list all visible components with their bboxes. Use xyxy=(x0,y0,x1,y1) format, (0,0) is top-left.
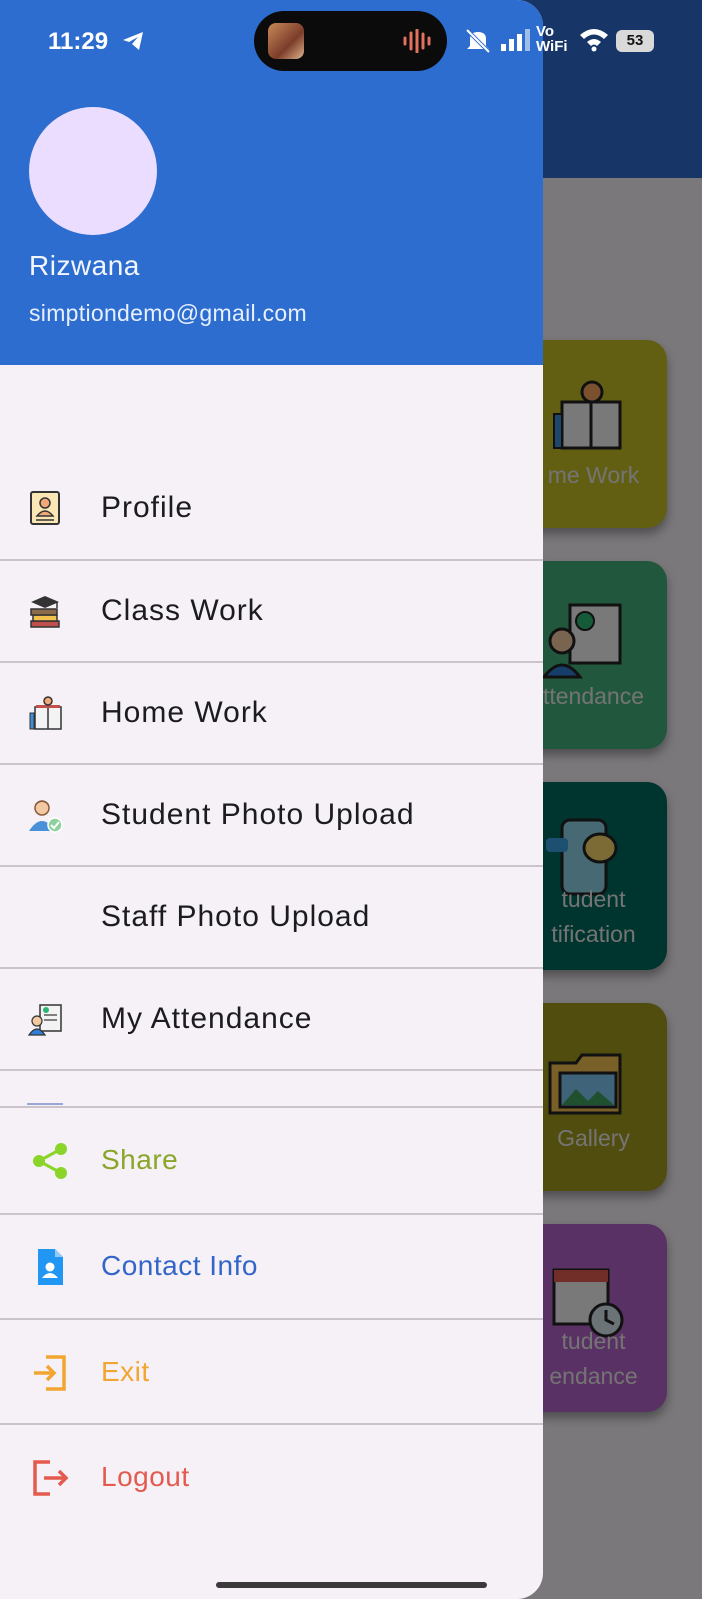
bell-muted-icon xyxy=(465,28,491,54)
action-exit[interactable]: Exit xyxy=(0,1320,543,1424)
menu-item-label: Home Work xyxy=(101,696,268,729)
menu-item-home-work[interactable]: Home Work xyxy=(0,663,543,764)
menu-item-my-attendance[interactable]: My Attendance xyxy=(0,969,543,1070)
user-email: simptiondemo@gmail.com xyxy=(29,300,307,326)
menu-item-label: Profile xyxy=(101,491,194,524)
telegram-icon xyxy=(123,32,143,50)
action-share[interactable]: Share xyxy=(0,1108,543,1212)
student-check-icon xyxy=(29,800,63,833)
vowifi-label: Vo WiFi xyxy=(536,23,568,55)
scroll-overflow-hint xyxy=(27,1103,63,1105)
homework-book-icon xyxy=(29,696,62,730)
action-logout[interactable]: Logout xyxy=(0,1425,543,1529)
user-name: Rizwana xyxy=(29,250,140,281)
menu-item-staff-photo-upload[interactable]: Staff Photo Upload xyxy=(0,867,543,968)
menu-item-student-photo-upload[interactable]: Student Photo Upload xyxy=(0,765,543,866)
action-label: Share xyxy=(101,1144,179,1175)
menu-item-label: My Attendance xyxy=(101,1002,313,1035)
share-icon xyxy=(33,1143,67,1179)
books-graduation-cap-icon xyxy=(30,596,60,628)
status-bar: 11:29 Vo WiFi 53 xyxy=(0,0,702,80)
menu-item-label: Student Photo Upload xyxy=(101,798,415,831)
action-label: Logout xyxy=(101,1461,190,1492)
dynamic-island[interactable] xyxy=(254,11,447,71)
menu-item-class-work[interactable]: Class Work xyxy=(0,561,543,662)
status-time: 11:29 xyxy=(48,28,109,55)
wifi-icon xyxy=(580,29,608,52)
menu-item-profile[interactable]: Profile xyxy=(0,458,543,559)
profile-card-icon xyxy=(30,491,60,525)
contact-info-icon xyxy=(38,1249,63,1285)
battery-indicator: 53 xyxy=(616,30,654,52)
menu-item-label: Class Work xyxy=(101,594,264,627)
exit-icon xyxy=(34,1355,66,1391)
audio-wave-icon xyxy=(403,29,431,53)
menu-item-label: Staff Photo Upload xyxy=(101,900,371,933)
battery-level: 53 xyxy=(626,32,644,49)
home-indicator xyxy=(216,1582,487,1588)
action-label: Exit xyxy=(101,1356,150,1387)
divider xyxy=(0,1069,543,1071)
signal-icon xyxy=(501,29,530,51)
media-thumbnail xyxy=(268,23,304,59)
attendance-checklist-icon xyxy=(27,1004,62,1036)
action-label: Contact Info xyxy=(101,1250,258,1281)
logout-icon xyxy=(33,1460,69,1496)
action-contact-info[interactable]: Contact Info xyxy=(0,1214,543,1318)
navigation-drawer: Rizwana simptiondemo@gmail.com Profile C… xyxy=(0,0,543,1599)
avatar[interactable] xyxy=(29,107,157,235)
